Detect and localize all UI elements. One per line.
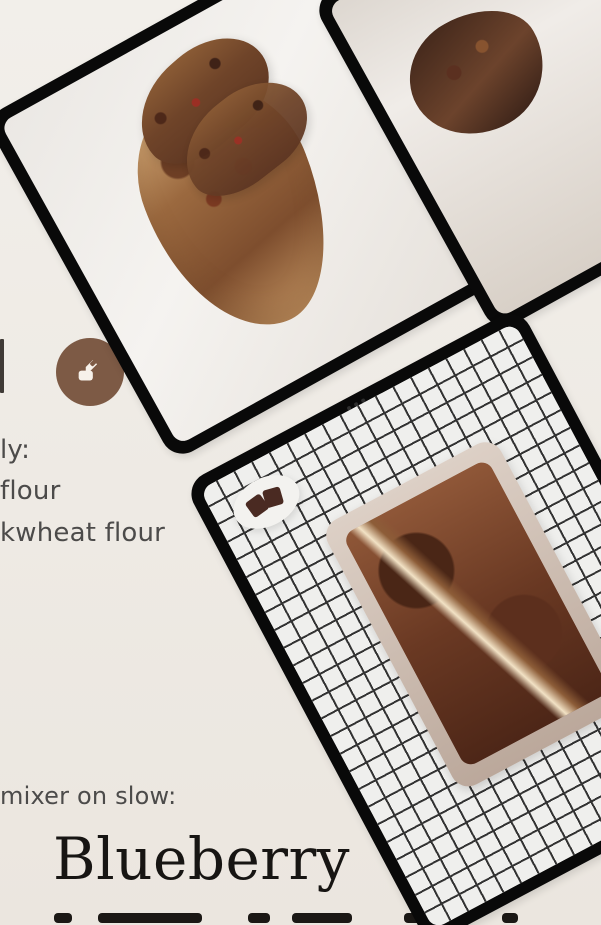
edit-icon (78, 359, 98, 381)
dark-bread-image (388, 0, 567, 159)
ingredient-line-3: kwheat flour (0, 518, 166, 548)
left-edge-mark (0, 339, 4, 393)
ingredient-line-1: ly: (0, 435, 31, 465)
recipe-title: Blueberry (53, 825, 351, 893)
screenshot-stage: ly: flour kwheat flour mixer on slow: Bl… (0, 0, 601, 925)
instruction-line: mixer on slow: (0, 782, 177, 810)
ingredient-line-2: flour (0, 476, 61, 506)
